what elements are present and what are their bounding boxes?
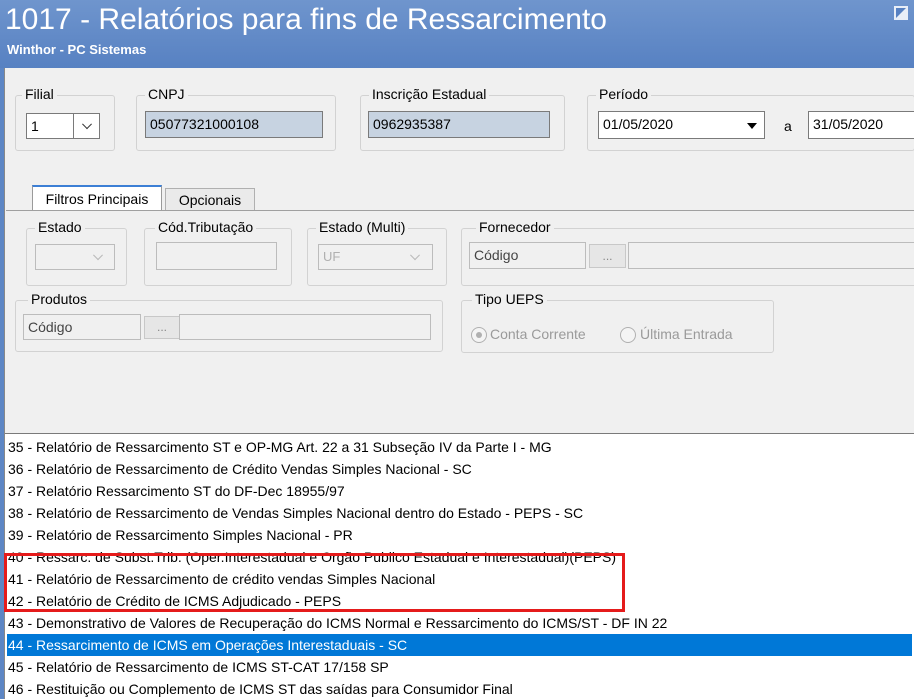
title-bar: 1017 - Relatórios para fins de Ressarcim… (0, 0, 914, 68)
estado-multi-select[interactable]: UF (318, 244, 433, 270)
list-item-selected[interactable]: 44 - Ressarcimento de ICMS em Operações … (7, 634, 912, 656)
conta-corrente-radio[interactable] (471, 327, 487, 343)
cnpj-label: CNPJ (145, 86, 188, 102)
ie-field[interactable]: 0962935387 (368, 111, 550, 138)
ultima-entrada-label: Última Entrada (640, 326, 733, 342)
ie-label: Inscrição Estadual (369, 86, 490, 102)
estado-multi-label: Estado (Multi) (316, 219, 409, 235)
periodo-separator: a (784, 118, 792, 134)
fornecedor-codigo-field[interactable]: Código (469, 242, 586, 269)
list-item[interactable]: 39 - Relatório de Ressarcimento Simples … (7, 524, 912, 546)
window-subtitle: Winthor - PC Sistemas (7, 42, 147, 57)
list-item[interactable]: 46 - Restituição ou Complemento de ICMS … (7, 678, 912, 699)
maximize-icon[interactable] (894, 6, 908, 20)
produtos-codigo-field[interactable]: Código (23, 314, 141, 340)
list-item[interactable]: 36 - Relatório de Ressarcimento de Crédi… (7, 458, 912, 480)
cod-tributacao-field[interactable] (156, 242, 277, 270)
list-item[interactable]: 37 - Relatório Ressarcimento ST do DF-De… (7, 480, 912, 502)
periodo-start-dropdown-icon[interactable] (747, 123, 757, 129)
filial-select[interactable]: 1 (26, 113, 74, 139)
produtos-label: Produtos (28, 291, 91, 307)
estado-multi-value: UF (323, 249, 341, 264)
tab-opcionais-label: Opcionais (178, 192, 242, 208)
list-item[interactable]: 38 - Relatório de Ressarcimento de Venda… (7, 502, 912, 524)
estado-select[interactable] (35, 244, 115, 270)
tab-opcionais[interactable]: Opcionais (165, 188, 255, 211)
fornecedor-descricao-field[interactable] (628, 242, 914, 269)
periodo-label: Período (596, 86, 652, 102)
annotation-highlight-box (4, 553, 625, 612)
tab-filtros-principais[interactable]: Filtros Principais (32, 185, 162, 211)
produtos-search-button[interactable]: ... (144, 316, 180, 339)
fornecedor-search-button[interactable]: ... (589, 244, 626, 268)
estado-label: Estado (35, 219, 85, 235)
produtos-descricao-field[interactable] (179, 314, 431, 340)
filial-dropdown-button[interactable] (73, 113, 100, 139)
chevron-down-icon (410, 250, 420, 261)
chevron-down-icon (81, 119, 92, 130)
filial-label: Filial (22, 86, 57, 102)
fornecedor-label: Fornecedor (476, 219, 554, 235)
tipo-ueps-label: Tipo UEPS (472, 291, 547, 307)
chevron-down-icon (93, 250, 103, 261)
cnpj-field[interactable]: 05077321000108 (145, 111, 323, 138)
periodo-start-field[interactable]: 01/05/2020 (598, 111, 765, 139)
list-item[interactable]: 45 - Relatório de Ressarcimento de ICMS … (7, 656, 912, 678)
list-item[interactable]: 35 - Relatório de Ressarcimento ST e OP-… (7, 436, 912, 458)
periodo-end-field[interactable]: 31/05/2020 (808, 111, 914, 139)
window-title: 1017 - Relatórios para fins de Ressarcim… (5, 3, 607, 36)
list-item[interactable]: 43 - Demonstrativo de Valores de Recuper… (7, 612, 912, 634)
conta-corrente-label: Conta Corrente (490, 326, 586, 342)
ultima-entrada-radio[interactable] (620, 327, 636, 343)
tab-filtros-principais-label: Filtros Principais (45, 191, 149, 207)
cod-tributacao-label: Cód.Tributação (155, 219, 257, 235)
